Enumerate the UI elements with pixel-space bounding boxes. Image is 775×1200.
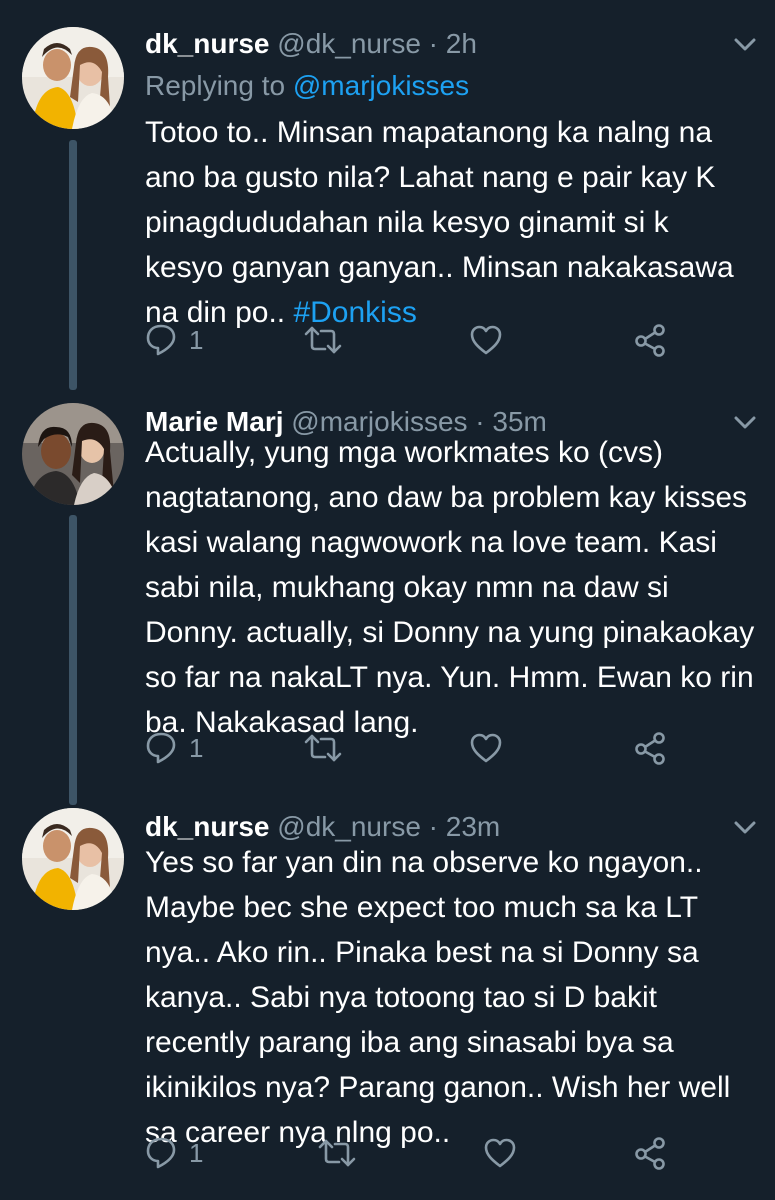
tweet-text: Totoo to.. Minsan mapatanong ka nalng na…	[145, 110, 765, 335]
share-button[interactable]	[633, 320, 667, 360]
avatar[interactable]	[22, 808, 124, 910]
replying-to: Replying to @marjokisses	[145, 66, 469, 106]
retweet-icon	[318, 1139, 356, 1167]
like-button[interactable]	[469, 728, 503, 768]
retweet-button[interactable]	[303, 728, 343, 768]
heart-icon	[470, 325, 502, 355]
reply-button[interactable]: 1	[145, 1133, 203, 1173]
tweet-2[interactable]: Marie Marj @marjokisses · 35m Actually, …	[0, 378, 775, 805]
retweet-button[interactable]	[303, 320, 343, 360]
mention-link[interactable]: @marjokisses	[293, 70, 469, 101]
retweet-icon	[304, 326, 342, 354]
share-icon	[635, 1137, 665, 1170]
share-icon	[635, 732, 665, 765]
share-button[interactable]	[633, 728, 667, 768]
avatar[interactable]	[22, 403, 124, 505]
reply-count: 1	[189, 732, 204, 763]
chevron-down-icon[interactable]	[734, 416, 756, 430]
share-button[interactable]	[633, 1133, 667, 1173]
handle-time: @dk_nurse · 23m	[269, 811, 501, 842]
display-name[interactable]: dk_nurse	[145, 811, 270, 842]
tweet-actions: 1	[145, 320, 705, 360]
thread-line	[69, 515, 77, 805]
tweet-text: Yes so far yan din na observe ko ngayon.…	[145, 840, 765, 1155]
reply-button[interactable]: 1	[145, 320, 203, 360]
heart-icon	[484, 1138, 516, 1168]
tweet-actions: 1	[145, 1133, 705, 1173]
like-button[interactable]	[469, 320, 503, 360]
retweet-button[interactable]	[317, 1133, 357, 1173]
thread-line	[69, 140, 77, 390]
replying-prefix: Replying to	[145, 70, 293, 101]
display-name[interactable]: dk_nurse	[145, 28, 270, 59]
tweet-header: dk_nurse @dk_nurse · 2h	[145, 24, 477, 64]
chevron-down-icon[interactable]	[734, 821, 756, 835]
reply-button[interactable]: 1	[145, 728, 203, 768]
reply-count: 1	[189, 1137, 204, 1168]
avatar[interactable]	[22, 27, 124, 129]
tweet-text-content: Actually, yung mga workmates ko (cvs) na…	[145, 436, 755, 739]
handle-time: @dk_nurse · 2h	[269, 28, 477, 59]
tweet-3[interactable]: dk_nurse @dk_nurse · 23m Yes so far yan …	[0, 783, 775, 1200]
reply-count: 1	[189, 324, 204, 355]
retweet-icon	[304, 734, 342, 762]
tweet-1[interactable]: dk_nurse @dk_nurse · 2h Replying to @mar…	[0, 0, 775, 390]
tweet-text: Actually, yung mga workmates ko (cvs) na…	[145, 430, 765, 745]
chevron-down-icon[interactable]	[734, 38, 756, 52]
tweet-text-content: Yes so far yan din na observe ko ngayon.…	[145, 846, 731, 1149]
like-button[interactable]	[483, 1133, 517, 1173]
share-icon	[635, 324, 665, 357]
tweet-text-content: Totoo to.. Minsan mapatanong ka nalng na…	[145, 116, 734, 329]
heart-icon	[470, 733, 502, 763]
tweet-actions: 1	[145, 728, 705, 768]
reply-icon	[146, 324, 176, 356]
reply-icon	[146, 732, 176, 764]
reply-icon	[146, 1137, 176, 1169]
